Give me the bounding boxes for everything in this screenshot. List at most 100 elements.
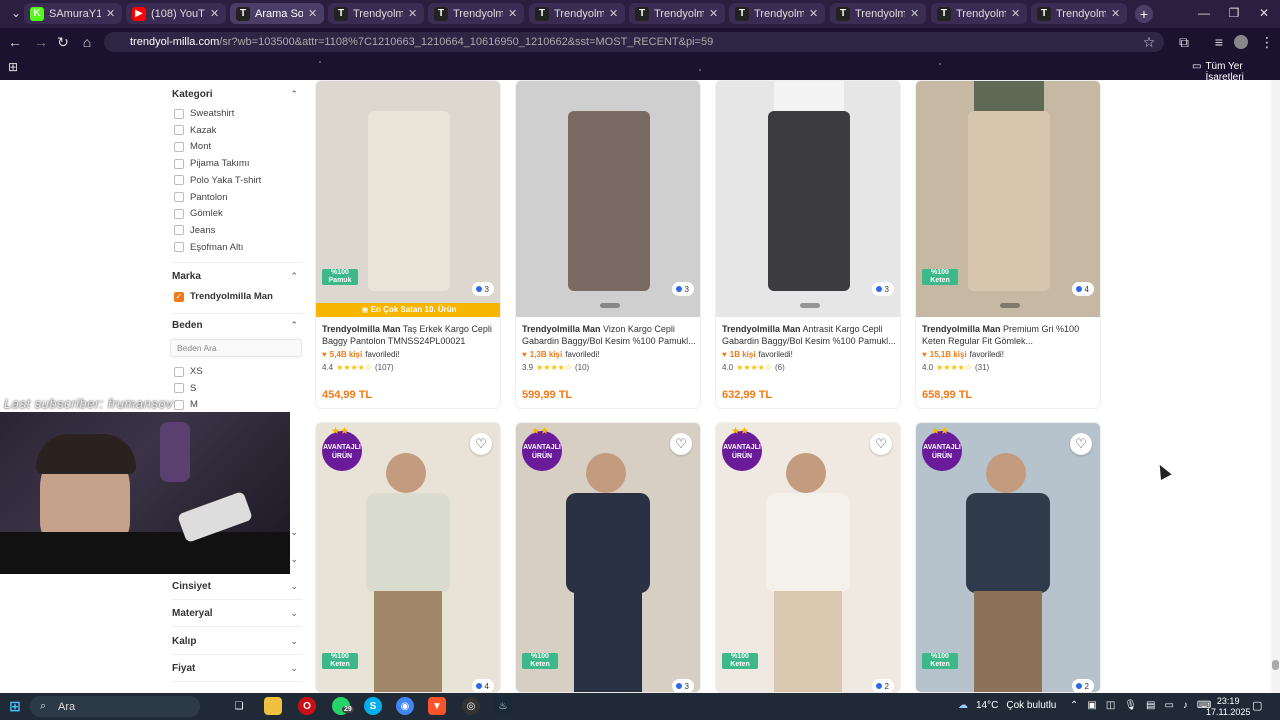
product-image[interactable]: 4 %100 Keten	[916, 81, 1100, 317]
browser-tab[interactable]: T Trendyolmilla ✕	[1031, 3, 1127, 24]
close-icon[interactable]: ✕	[1111, 7, 1121, 20]
taskbar-search[interactable]: ⌕ Ara	[30, 696, 200, 717]
close-icon[interactable]: ✕	[910, 7, 920, 20]
filter-title-beden[interactable]: Beden	[172, 320, 203, 331]
close-icon[interactable]: ✕	[308, 7, 318, 20]
close-icon[interactable]: ✕	[210, 7, 220, 20]
back-icon[interactable]: ←	[6, 34, 24, 50]
product-card[interactable]: 3 Trendyolmilla Man Antrasit Kargo Cepli …	[715, 80, 901, 409]
skype-icon[interactable]: S	[364, 697, 382, 715]
chevron-down-icon[interactable]: ⌄	[290, 636, 298, 647]
volume-icon[interactable]: ♪	[1183, 700, 1188, 711]
chrome-icon[interactable]: ◉	[396, 697, 414, 715]
checkbox-kategori[interactable]: Gömlek	[174, 208, 223, 219]
browser-tab[interactable]: T Trendyolmilla ✕	[729, 3, 825, 24]
chevron-down-icon[interactable]: ⌄	[290, 527, 298, 538]
steam-icon[interactable]: ♨	[494, 697, 512, 715]
network-icon[interactable]: ◫	[1106, 700, 1115, 711]
bookmark-star-icon[interactable]: ☆	[1140, 34, 1158, 51]
chevron-up-icon[interactable]: ⌃	[1070, 700, 1078, 711]
close-icon[interactable]: ✕	[709, 7, 719, 20]
weather-widget[interactable]: ☁ 14°C Çok bulutlu	[958, 700, 1056, 711]
chevron-down-icon[interactable]: ⌄	[290, 663, 298, 674]
brave-icon[interactable]: ▼	[428, 697, 446, 715]
windows-start-icon[interactable]: ⊞	[6, 697, 24, 715]
close-icon[interactable]: ✕	[609, 7, 619, 20]
product-image[interactable]: 3	[516, 81, 700, 317]
product-title[interactable]: Trendyolmilla Man Vizon Kargo Cepli Gaba…	[522, 323, 696, 347]
favorite-heart-icon[interactable]: ♡	[870, 433, 892, 455]
chevron-down-icon[interactable]: ⌄	[290, 581, 298, 592]
checkbox-beden[interactable]: XS	[174, 366, 203, 377]
checkbox-kategori[interactable]: Pantolon	[174, 192, 228, 203]
product-card[interactable]: AVANTAJLI ÜRÜN ♡ %100 Keten 2	[715, 422, 901, 693]
scrollbar-thumb[interactable]	[1272, 660, 1279, 670]
apps-grid-icon[interactable]: ⊞	[8, 60, 18, 74]
whatsapp-icon[interactable]: 29	[332, 697, 354, 715]
page-scrollbar[interactable]	[1271, 80, 1280, 693]
browser-tab[interactable]: T Trendyolmilla ✕	[629, 3, 725, 24]
image-dots[interactable]	[800, 303, 820, 308]
all-bookmarks-folder[interactable]: ▭ Tüm Yer İşaretleri	[1192, 61, 1280, 83]
media-icon[interactable]: ≡	[1210, 34, 1228, 50]
task-view-icon[interactable]: ❏	[230, 697, 248, 715]
product-image[interactable]: AVANTAJLI ÜRÜN ♡ %100 Keten 3	[516, 423, 700, 692]
restore-button[interactable]: ❐	[1224, 6, 1244, 20]
browser-tab[interactable]: K SAmuraY1903 ✕	[24, 3, 122, 24]
close-icon[interactable]: ✕	[106, 7, 116, 20]
product-card[interactable]: 4 %100 Keten Trendyolmilla Man Premium Gri…	[915, 80, 1101, 409]
browser-tab[interactable]: T Trendyolmilla ✕	[830, 3, 926, 24]
close-icon[interactable]: ✕	[408, 7, 418, 20]
microphone-icon[interactable]: 🎙	[1124, 700, 1137, 711]
favorite-heart-icon[interactable]: ♡	[670, 433, 692, 455]
chevron-up-icon[interactable]: ⌃	[290, 320, 298, 331]
notifications-icon[interactable]: ▢	[1252, 699, 1262, 712]
reload-icon[interactable]: ↻	[54, 34, 72, 51]
checkbox-kategori[interactable]: Eşofman Altı	[174, 242, 243, 253]
chevron-up-icon[interactable]: ⌃	[290, 89, 298, 100]
url-input[interactable]: trendyol-milla.com/sr?wb=103500&attr=110…	[104, 32, 1164, 52]
filter-title-kategori[interactable]: Kategori	[172, 89, 213, 100]
product-image[interactable]: AVANTAJLI ÜRÜN ♡ %100 Keten 2	[916, 423, 1100, 692]
checkbox-kategori[interactable]: Polo Yaka T-shirt	[174, 175, 261, 186]
checkbox-kategori[interactable]: Jeans	[174, 225, 215, 236]
product-title[interactable]: Trendyolmilla Man Premium Gri %100 Keten…	[922, 323, 1096, 347]
browser-tab[interactable]: T Trendyolmilla ✕	[328, 3, 424, 24]
filter-title-collapsed[interactable]: Materyal	[172, 608, 213, 619]
file-explorer-icon[interactable]	[264, 697, 282, 715]
battery-icon[interactable]: ▭	[1164, 700, 1173, 711]
home-icon[interactable]: ⌂	[78, 34, 96, 50]
browser-tab[interactable]: T Trendyolmilla ✕	[529, 3, 625, 24]
new-tab-button[interactable]: +	[1135, 5, 1153, 23]
profile-avatar[interactable]	[1234, 35, 1248, 49]
product-card[interactable]: 3 %100 Pamuk ◉ En Çok Satan 10. Ürün Trendy…	[315, 80, 501, 409]
product-card[interactable]: AVANTAJLI ÜRÜN ♡ %100 Keten 4	[315, 422, 501, 693]
forward-icon[interactable]: →	[32, 34, 50, 50]
tab-search-icon[interactable]: ⌄	[6, 6, 26, 20]
extensions-icon[interactable]: ⧉	[1175, 34, 1193, 51]
product-image[interactable]: AVANTAJLI ÜRÜN ♡ %100 Keten 4	[316, 423, 500, 692]
filter-title-marka[interactable]: Marka	[172, 271, 201, 282]
product-card[interactable]: 3 Trendyolmilla Man Vizon Kargo Cepli Gab…	[515, 80, 701, 409]
chevron-down-icon[interactable]: ⌄	[290, 554, 298, 565]
favorite-heart-icon[interactable]: ♡	[470, 433, 492, 455]
filter-title-collapsed[interactable]: Kalıp	[172, 636, 196, 647]
checkbox-marka-trendyolmilla[interactable]: ✓ Trendyolmilla Man	[174, 291, 273, 302]
product-image[interactable]: AVANTAJLI ÜRÜN ♡ %100 Keten 2	[716, 423, 900, 692]
image-dots[interactable]	[1000, 303, 1020, 308]
product-title[interactable]: Trendyolmilla Man Antrasit Kargo Cepli G…	[722, 323, 896, 347]
close-icon[interactable]: ✕	[1011, 7, 1021, 20]
minimize-button[interactable]: —	[1194, 6, 1214, 20]
product-card[interactable]: AVANTAJLI ÜRÜN ♡ %100 Keten 3	[515, 422, 701, 693]
filter-title-collapsed[interactable]: Cinsiyet	[172, 581, 211, 592]
browser-tab[interactable]: T Trendyolmilla ✕	[428, 3, 524, 24]
close-window-button[interactable]: ✕	[1254, 6, 1274, 20]
favorite-heart-icon[interactable]: ♡	[1070, 433, 1092, 455]
obs-icon[interactable]: ◎	[462, 697, 480, 715]
tray-app-icon[interactable]: ▤	[1146, 700, 1155, 711]
product-card[interactable]: AVANTAJLI ÜRÜN ♡ %100 Keten 2	[915, 422, 1101, 693]
opera-icon[interactable]: O	[298, 697, 316, 715]
product-title[interactable]: Trendyolmilla Man Taş Erkek Kargo Cepli …	[322, 323, 496, 347]
checkbox-kategori[interactable]: Pijama Takımı	[174, 158, 249, 169]
filter-title-collapsed[interactable]: Fiyat	[172, 663, 195, 674]
